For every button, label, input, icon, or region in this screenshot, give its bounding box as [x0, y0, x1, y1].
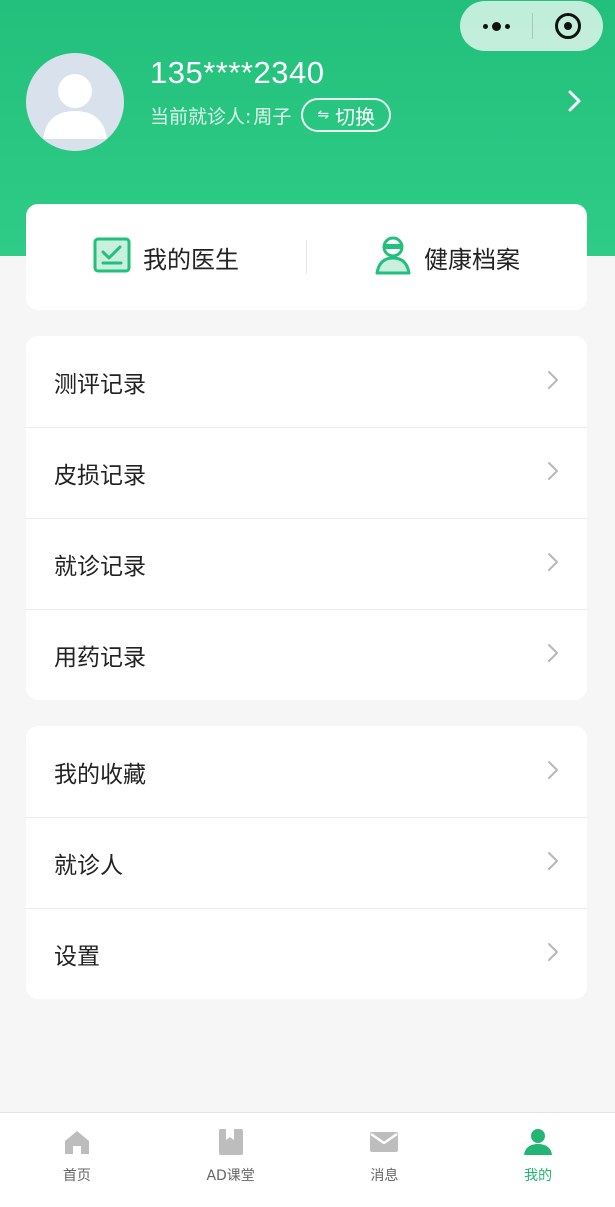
- phone-number: 135****2340: [150, 55, 325, 90]
- menu-item-settings[interactable]: 设置: [26, 908, 587, 999]
- health-record-button[interactable]: 健康档案: [307, 204, 587, 310]
- profile-chevron-right-icon[interactable]: [564, 88, 584, 114]
- menu-item-assessment-records[interactable]: 测评记录: [26, 336, 587, 427]
- mail-icon: [368, 1127, 400, 1157]
- quick-access-card: 我的医生 健康档案: [26, 204, 587, 310]
- menu-item-patients[interactable]: 就诊人: [26, 817, 587, 908]
- health-record-label: 健康档案: [424, 245, 520, 274]
- chevron-right-icon: [547, 760, 559, 784]
- menu-item-label: 用药记录: [54, 644, 146, 671]
- tab-mine[interactable]: 我的: [461, 1113, 615, 1207]
- menu-item-label: 就诊人: [54, 852, 123, 879]
- my-doctor-label: 我的医生: [143, 245, 239, 274]
- health-record-icon: [374, 235, 412, 279]
- more-dots-icon[interactable]: [460, 1, 532, 51]
- menu-item-label: 我的收藏: [54, 761, 146, 788]
- menu-item-visit-records[interactable]: 就诊记录: [26, 518, 587, 609]
- my-doctor-button[interactable]: 我的医生: [26, 204, 306, 310]
- menu-item-label: 皮损记录: [54, 462, 146, 489]
- bottom-tab-bar: 首页 AD课堂 消息 我的: [0, 1112, 615, 1207]
- records-menu-card: 测评记录 皮损记录 就诊记录 用药记录: [26, 336, 587, 700]
- target-close-icon[interactable]: [533, 1, 603, 51]
- switch-patient-label: 切换: [335, 104, 376, 129]
- current-patient-name: 周子: [253, 105, 292, 128]
- chevron-right-icon: [547, 552, 559, 576]
- chevron-right-icon: [547, 942, 559, 966]
- current-patient-row: 当前就诊人: 周子 ⇋ 切换: [150, 98, 392, 132]
- others-menu-card: 我的收藏 就诊人 设置: [26, 726, 587, 999]
- tab-home[interactable]: 首页: [0, 1113, 154, 1207]
- person-icon: [522, 1127, 554, 1157]
- book-icon: [215, 1127, 247, 1157]
- user-avatar-icon[interactable]: [26, 53, 124, 151]
- menu-item-medication-records[interactable]: 用药记录: [26, 609, 587, 700]
- menu-item-label: 设置: [54, 943, 100, 970]
- menu-item-label: 测评记录: [54, 371, 146, 398]
- tab-messages-label: 消息: [370, 1168, 399, 1184]
- miniprogram-capsule: [460, 1, 603, 51]
- chevron-right-icon: [547, 370, 559, 394]
- switch-patient-button[interactable]: ⇋ 切换: [301, 98, 392, 132]
- menu-item-skin-lesion-records[interactable]: 皮损记录: [26, 427, 587, 518]
- chevron-right-icon: [547, 643, 559, 667]
- tab-mine-label: 我的: [524, 1168, 553, 1184]
- home-icon: [61, 1127, 93, 1157]
- menu-item-label: 就诊记录: [54, 553, 146, 580]
- menu-item-favorites[interactable]: 我的收藏: [26, 726, 587, 817]
- tab-ad-class[interactable]: AD课堂: [154, 1113, 308, 1207]
- chevron-right-icon: [547, 461, 559, 485]
- tab-home-label: 首页: [62, 1168, 91, 1184]
- tab-messages[interactable]: 消息: [308, 1113, 462, 1207]
- tab-ad-class-label: AD课堂: [206, 1168, 255, 1184]
- profile-page: 135****2340 当前就诊人: 周子 ⇋ 切换 我的医生 健康档案 测评记…: [0, 0, 615, 1207]
- doctor-check-icon: [93, 237, 131, 277]
- swap-icon: ⇋: [317, 107, 330, 123]
- current-patient-label: 当前就诊人:: [150, 105, 252, 128]
- chevron-right-icon: [547, 851, 559, 875]
